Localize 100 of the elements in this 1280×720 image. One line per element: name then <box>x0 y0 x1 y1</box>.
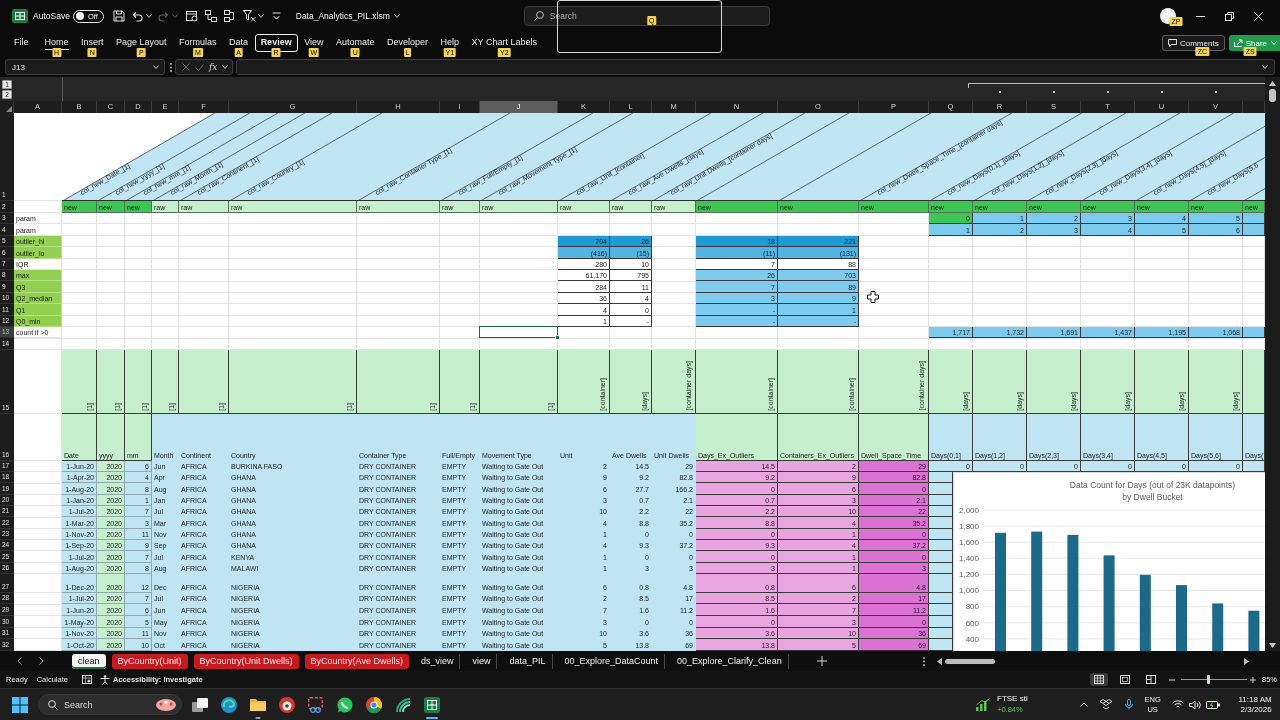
redo-icon[interactable] <box>157 10 169 22</box>
sheet-tab[interactable]: data_PIL <box>503 653 553 669</box>
sheet-tab[interactable]: 00_Explore_DataCount <box>558 653 666 669</box>
sheet-tab[interactable]: ByCountry(Ave Dwells) <box>304 653 409 669</box>
table-cell <box>1243 327 1265 339</box>
fill-handle[interactable] <box>555 335 560 341</box>
zoom-thumb[interactable] <box>1207 675 1211 684</box>
bar <box>1212 603 1224 651</box>
clock-time: 11:18 AM <box>1238 694 1272 705</box>
chevron-up-icon[interactable] <box>1079 702 1088 707</box>
palette-icon <box>156 698 176 711</box>
sheet-tab[interactable]: 00_Explore_Clarify_Clean <box>671 653 789 669</box>
scroll-right-icon[interactable] <box>1244 657 1249 665</box>
formula-input[interactable] <box>236 59 1275 75</box>
sheet-tab[interactable]: ByCountry(Unit) <box>111 653 188 669</box>
scroll-up-icon[interactable] <box>1269 81 1276 86</box>
check-icon[interactable] <box>195 63 204 71</box>
open-box-icon[interactable] <box>1099 699 1112 710</box>
select-all-button[interactable] <box>0 101 14 113</box>
triangle-icon <box>6 106 12 112</box>
minus-icon[interactable] <box>1169 676 1175 683</box>
layout-icon[interactable] <box>223 10 236 22</box>
more-icon[interactable] <box>271 12 281 20</box>
unit-cell <box>1243 349 1265 414</box>
table-cell <box>929 562 953 574</box>
spreadsheet-icon[interactable] <box>423 696 440 713</box>
chat-bubble-icon[interactable] <box>336 696 353 713</box>
swirl-icon[interactable] <box>220 696 237 713</box>
axis-tick-label: 800 <box>965 602 979 612</box>
autosave-label: AutoSave <box>33 11 70 21</box>
wave-icon[interactable] <box>394 696 411 713</box>
next-icon[interactable] <box>39 657 44 665</box>
cancel-icon[interactable] <box>182 63 190 71</box>
axis-tick-label: 1,600 <box>958 538 979 548</box>
table-cell <box>929 551 953 563</box>
axis-tick-label: 600 <box>965 618 979 628</box>
sheet-tab[interactable]: clean <box>72 653 106 669</box>
table-cell <box>929 517 953 529</box>
ribbon-tab[interactable]: File <box>8 34 35 52</box>
bar <box>1176 585 1187 651</box>
insert-function-button[interactable]: fx <box>209 61 218 73</box>
rising-chart-icon <box>976 698 990 711</box>
stacked-windows-icon[interactable] <box>191 697 208 712</box>
axis-tick-label: 1,000 <box>958 586 979 596</box>
filter-clear-icon[interactable] <box>242 10 256 22</box>
search-field[interactable]: Search <box>38 694 182 715</box>
scroll-thumb[interactable] <box>1269 89 1276 102</box>
table-cell <box>929 616 953 628</box>
previous-icon[interactable] <box>17 657 22 665</box>
sheet-tab[interactable]: view <box>466 653 498 669</box>
cursor-icon <box>867 291 879 303</box>
selected-cell[interactable] <box>479 326 558 339</box>
scroll-left-icon[interactable] <box>937 657 942 665</box>
ring-icon[interactable] <box>365 696 382 713</box>
folder-icon[interactable] <box>249 698 266 711</box>
page-layout-icon <box>1120 675 1130 684</box>
table-cell <box>929 483 953 495</box>
snipping-icon[interactable] <box>308 696 323 713</box>
close-icon <box>1254 11 1263 21</box>
layout-icon[interactable] <box>204 10 217 22</box>
file-name[interactable]: Data_Analytics_PIL.xlsm <box>295 11 390 21</box>
table-cell <box>1243 224 1265 236</box>
outline-bracket[interactable] <box>968 83 1265 88</box>
form-icon[interactable] <box>185 10 198 22</box>
restore-icon <box>1225 11 1234 21</box>
plus-icon[interactable] <box>817 656 827 666</box>
microphone-icon[interactable] <box>1124 699 1133 710</box>
undo-icon[interactable] <box>131 10 143 22</box>
axis-tick-label: 1,400 <box>958 554 979 564</box>
volume-icon[interactable] <box>1188 699 1201 710</box>
widget-title: FTSE sti <box>997 694 1028 704</box>
table-cell <box>929 472 953 484</box>
view-button[interactable] <box>1090 673 1108 686</box>
table-cell <box>929 639 953 651</box>
axis-tick-label: 2,000 <box>958 505 979 515</box>
minimize-icon <box>1196 15 1205 17</box>
sheet-tab[interactable]: ds_view <box>414 653 461 669</box>
share-icon <box>1233 39 1243 47</box>
clock[interactable]: 11:18 AM 2/3/2026 <box>1228 694 1272 715</box>
accessibility-icon[interactable] <box>99 674 110 685</box>
scroll-thumb[interactable] <box>945 658 995 664</box>
macro-record-icon[interactable] <box>81 675 92 684</box>
start-icon[interactable] <box>12 696 28 713</box>
spreadsheet-logo-icon <box>12 8 28 24</box>
plus-icon[interactable] <box>1250 676 1256 683</box>
axis-tick-label: 400 <box>965 634 979 644</box>
axis-tick-label: 1,800 <box>958 522 979 532</box>
table-cell <box>929 604 953 617</box>
name-box[interactable]: J13 <box>5 59 165 75</box>
battery-icon[interactable] <box>1205 700 1220 709</box>
wifi-icon[interactable] <box>1171 700 1184 709</box>
table-cell <box>1243 213 1265 225</box>
axis-tick-label: 1,200 <box>958 570 979 580</box>
round-badge-icon[interactable] <box>278 696 295 713</box>
chart-title: Data Count for Days (out of 23K datapoints) by Dwell Bucket <box>1069 479 1236 504</box>
sheet-tab[interactable]: ByCountry(Unit Dwells) <box>193 653 299 669</box>
scroll-down-icon[interactable] <box>1269 643 1276 648</box>
save-icon[interactable] <box>112 10 125 22</box>
search-icon <box>48 699 58 710</box>
table-cell <box>929 528 953 540</box>
